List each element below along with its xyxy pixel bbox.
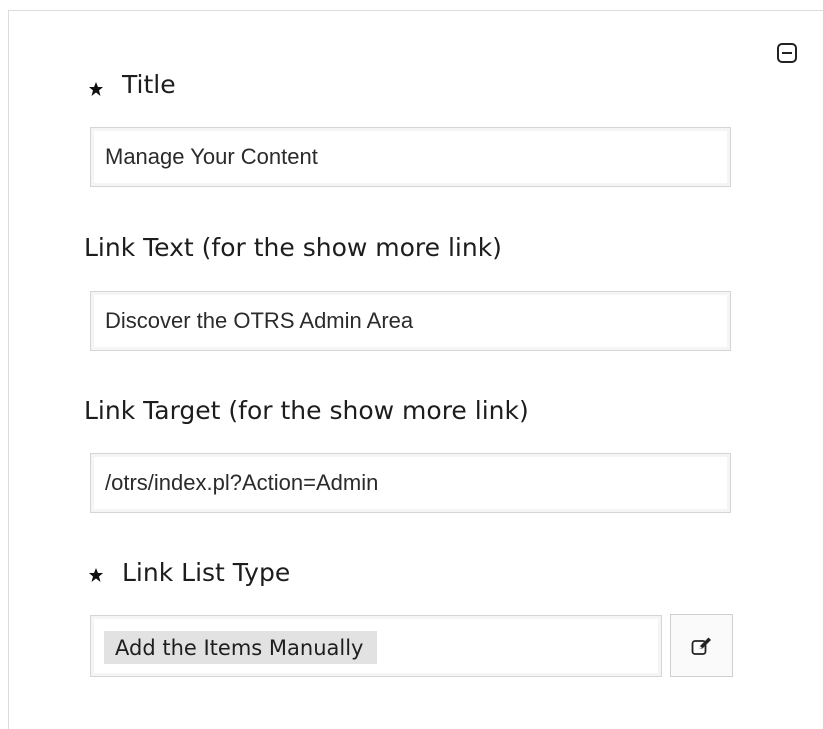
link-target-field[interactable] <box>90 453 731 513</box>
selected-option-tag: Add the Items Manually <box>104 631 378 664</box>
link-text-label: Link Text (for the show more link) <box>84 232 502 262</box>
required-star-icon <box>89 82 103 96</box>
edit-icon <box>691 637 711 655</box>
title-input[interactable] <box>105 128 724 186</box>
link-target-input[interactable] <box>105 454 724 512</box>
link-list-type-label: Link List Type <box>122 557 291 587</box>
minus-square-icon <box>777 43 797 63</box>
collapse-button[interactable] <box>772 38 802 68</box>
title-label: Title <box>122 69 176 99</box>
link-target-label: Link Target (for the show more link) <box>84 395 529 425</box>
link-list-type-select[interactable]: Add the Items Manually <box>90 615 662 677</box>
title-field[interactable] <box>90 127 731 187</box>
link-text-input[interactable] <box>105 292 724 350</box>
link-text-field[interactable] <box>90 291 731 351</box>
required-star-icon <box>89 568 103 582</box>
edit-button[interactable] <box>670 614 733 677</box>
